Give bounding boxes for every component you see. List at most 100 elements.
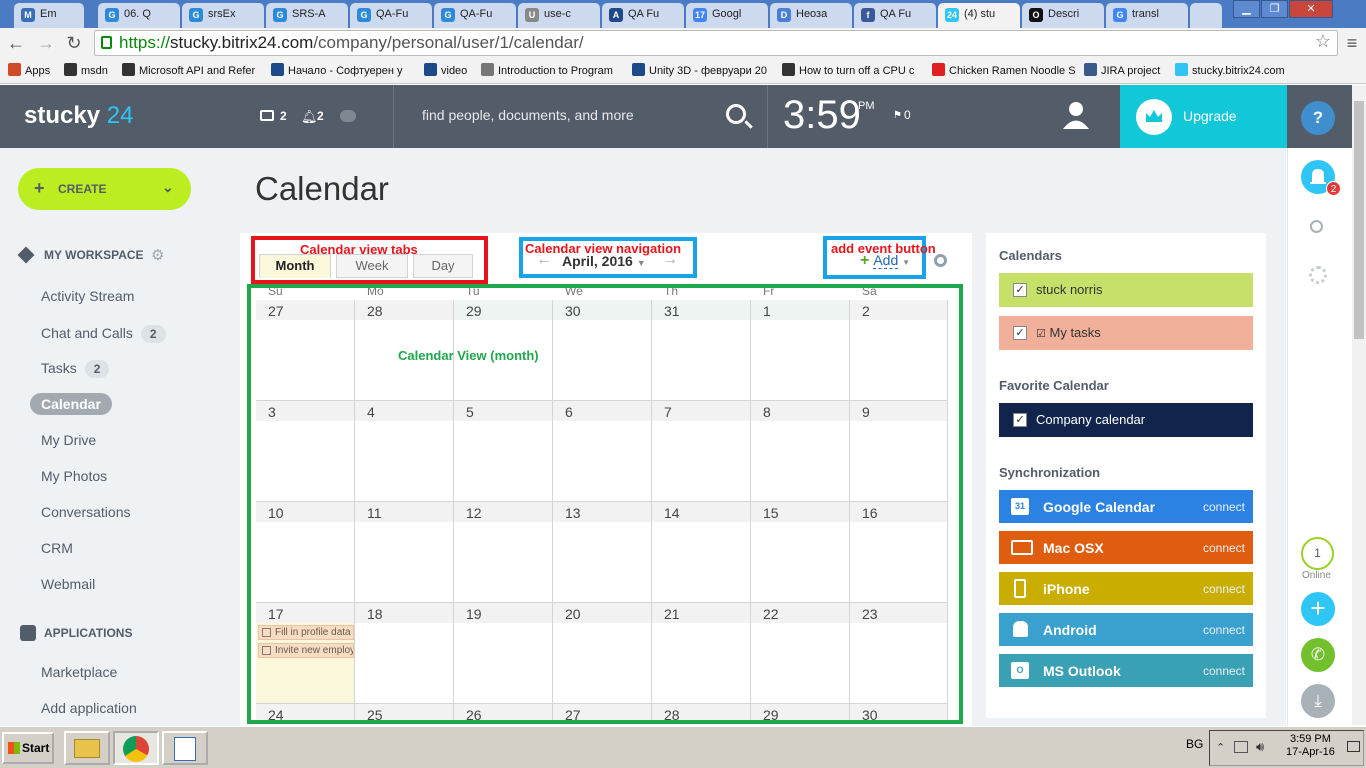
annotation-add-label: add event button xyxy=(831,241,936,256)
bookmark-item[interactable]: video xyxy=(424,63,467,77)
taskbar-chrome[interactable] xyxy=(113,731,159,765)
browser-tab-active[interactable]: 24 (4) stu xyxy=(938,3,1020,28)
search-icon[interactable] xyxy=(726,104,746,124)
phone-call-icon[interactable]: ✆ xyxy=(1301,638,1335,672)
url-input[interactable]: https://stucky.bitrix24.com/company/pers… xyxy=(94,30,1338,56)
header-search[interactable]: find people, documents, and more xyxy=(393,85,768,148)
chrome-menu-icon[interactable]: ≡ xyxy=(1342,33,1362,53)
sidebar-item-my-drive[interactable]: My Drive xyxy=(41,432,96,448)
sync-iphone[interactable]: iPhone connect xyxy=(999,572,1253,605)
sidebar-item-calendar[interactable]: Calendar xyxy=(30,393,112,415)
calendar-item-company[interactable]: ✓ Company calendar xyxy=(999,403,1253,437)
browser-tab[interactable]: f QA Fu xyxy=(854,3,936,28)
bookmark-item[interactable]: stucky.bitrix24.com xyxy=(1175,63,1285,77)
show-desktop-icon[interactable] xyxy=(1347,741,1360,752)
sidebar-item-webmail[interactable]: Webmail xyxy=(41,576,95,592)
download-icon[interactable]: ⤓ xyxy=(1301,684,1335,718)
sync-android[interactable]: Android connect xyxy=(999,613,1253,646)
bookmark-item[interactable]: Introduction to Program xyxy=(481,63,613,77)
tab-favicon-icon: 24 xyxy=(945,8,959,22)
bookmark-item[interactable]: Unity 3D - февруари 20 xyxy=(632,63,767,77)
app-logo[interactable]: stucky 24 xyxy=(24,102,133,130)
browser-tab[interactable]: Uuse-c xyxy=(518,3,600,28)
connect-link[interactable]: connect xyxy=(1203,500,1245,514)
page-scrollbar[interactable] xyxy=(1352,85,1366,725)
back-arrow-icon[interactable]: ← xyxy=(6,33,26,53)
clock-time[interactable]: 3:59 xyxy=(783,93,861,138)
volume-icon[interactable]: 🔊︎ xyxy=(1256,739,1264,755)
sync-ms-outlook[interactable]: O MS Outlook connect xyxy=(999,654,1253,687)
sidebar-item-tasks[interactable]: Tasks 2 xyxy=(41,360,110,378)
forward-arrow-icon[interactable]: → xyxy=(36,33,56,53)
user-avatar-icon[interactable] xyxy=(1062,100,1090,130)
calendar-item-stuck-norris[interactable]: ✓ stuck norris xyxy=(999,273,1253,307)
create-button[interactable]: + CREATE ⌄ xyxy=(18,168,191,210)
browser-tab[interactable]: G SRS-A xyxy=(266,3,348,28)
sync-google-calendar[interactable]: 31 Google Calendar connect xyxy=(999,490,1253,523)
help-button[interactable]: ? xyxy=(1301,101,1335,135)
bookmark-item[interactable]: Начало - Софтуерен у xyxy=(271,63,403,77)
sidebar-item-add-application[interactable]: Add application xyxy=(41,700,137,716)
connect-link[interactable]: connect xyxy=(1203,582,1245,596)
taskbar-clock[interactable]: 3:59 PM 17-Apr-16 xyxy=(1286,733,1335,759)
bookmark-item[interactable]: msdn xyxy=(64,63,108,77)
start-button[interactable]: Start xyxy=(2,732,54,764)
browser-tab[interactable]: G 06. Q xyxy=(98,3,180,28)
bookmark-item[interactable]: Chicken Ramen Noodle S xyxy=(932,63,1076,77)
sidebar-item-my-photos[interactable]: My Photos xyxy=(41,468,107,484)
sidebar-item-conversations[interactable]: Conversations xyxy=(41,504,131,520)
checkbox-checked-icon[interactable]: ✓ xyxy=(1013,283,1027,297)
sidebar-item-chat-and-calls[interactable]: Chat and Calls 2 xyxy=(41,325,166,343)
sidebar-item-marketplace[interactable]: Marketplace xyxy=(41,664,117,680)
connect-link[interactable]: connect xyxy=(1203,623,1245,637)
minimize-window-icon[interactable]: ▁ xyxy=(1233,0,1260,18)
search-input[interactable]: find people, documents, and more xyxy=(422,107,634,123)
browser-tab[interactable]: G QA-Fu xyxy=(434,3,516,28)
connect-link[interactable]: connect xyxy=(1203,664,1245,678)
sidebar-item-activity-stream[interactable]: Activity Stream xyxy=(41,288,134,304)
calendar-item-my-tasks[interactable]: ✓ ☑ My tasks xyxy=(999,316,1253,350)
browser-tab[interactable]: O Descri xyxy=(1022,3,1104,28)
browser-tab[interactable]: 17 Googl xyxy=(686,3,768,28)
browser-tab[interactable]: D Неозa xyxy=(770,3,852,28)
reload-icon[interactable]: ↻ xyxy=(64,33,84,53)
sidebar-item-crm[interactable]: CRM xyxy=(41,540,73,556)
checkbox-checked-icon[interactable]: ✓ xyxy=(1013,413,1027,427)
bookmark-favicon-icon xyxy=(632,63,645,76)
clock-ampm: PM xyxy=(858,100,875,112)
restore-window-icon[interactable]: ❐ xyxy=(1261,0,1288,18)
taskbar-explorer[interactable] xyxy=(64,731,110,765)
sync-mac-osx[interactable]: Mac OSX connect xyxy=(999,531,1253,564)
bookmark-item[interactable]: JIRA project xyxy=(1084,63,1160,77)
bookmark-item[interactable]: Microsoft API and Refer xyxy=(122,63,255,77)
chevron-up-icon[interactable]: ⌃ xyxy=(1216,741,1225,754)
browser-tab[interactable]: G QA-Fu xyxy=(350,3,432,28)
checkbox-checked-icon[interactable]: ✓ xyxy=(1013,326,1027,340)
tab-favicon-icon: G xyxy=(273,8,287,22)
scrollbar-thumb[interactable] xyxy=(1354,101,1364,339)
gear-icon[interactable]: ⚙ xyxy=(151,246,164,264)
browser-tab[interactable]: M Em xyxy=(14,3,84,28)
add-plus-icon[interactable]: + xyxy=(1301,592,1335,626)
language-indicator[interactable]: BG xyxy=(1186,737,1203,751)
new-tab-button[interactable] xyxy=(1190,3,1222,28)
bell-icon[interactable]: 🔔︎ xyxy=(301,109,318,125)
cloud-icon xyxy=(340,110,356,122)
connect-link[interactable]: connect xyxy=(1203,541,1245,555)
bookmark-star-icon[interactable]: ☆ xyxy=(1315,31,1331,52)
chat-icon[interactable] xyxy=(260,110,274,121)
upgrade-button[interactable]: Upgrade xyxy=(1120,85,1287,148)
browser-tab[interactable]: GsrsEx xyxy=(182,3,264,28)
close-window-icon[interactable]: ✕ xyxy=(1289,0,1333,18)
search-icon[interactable] xyxy=(1310,220,1323,233)
taskbar-app[interactable] xyxy=(162,731,208,765)
network-icon[interactable] xyxy=(1234,741,1248,753)
browser-tab[interactable]: Gtransl xyxy=(1106,3,1188,28)
tab-favicon-icon: U xyxy=(525,8,539,22)
bookmark-apps[interactable]: Apps xyxy=(8,63,50,77)
applications-cube-icon xyxy=(20,625,36,641)
bookmark-favicon-icon xyxy=(64,63,77,76)
online-count[interactable]: 1 xyxy=(1301,537,1334,570)
bookmark-item[interactable]: How to turn off a CPU c xyxy=(782,63,914,77)
browser-tab[interactable]: A QA Fu xyxy=(602,3,684,28)
